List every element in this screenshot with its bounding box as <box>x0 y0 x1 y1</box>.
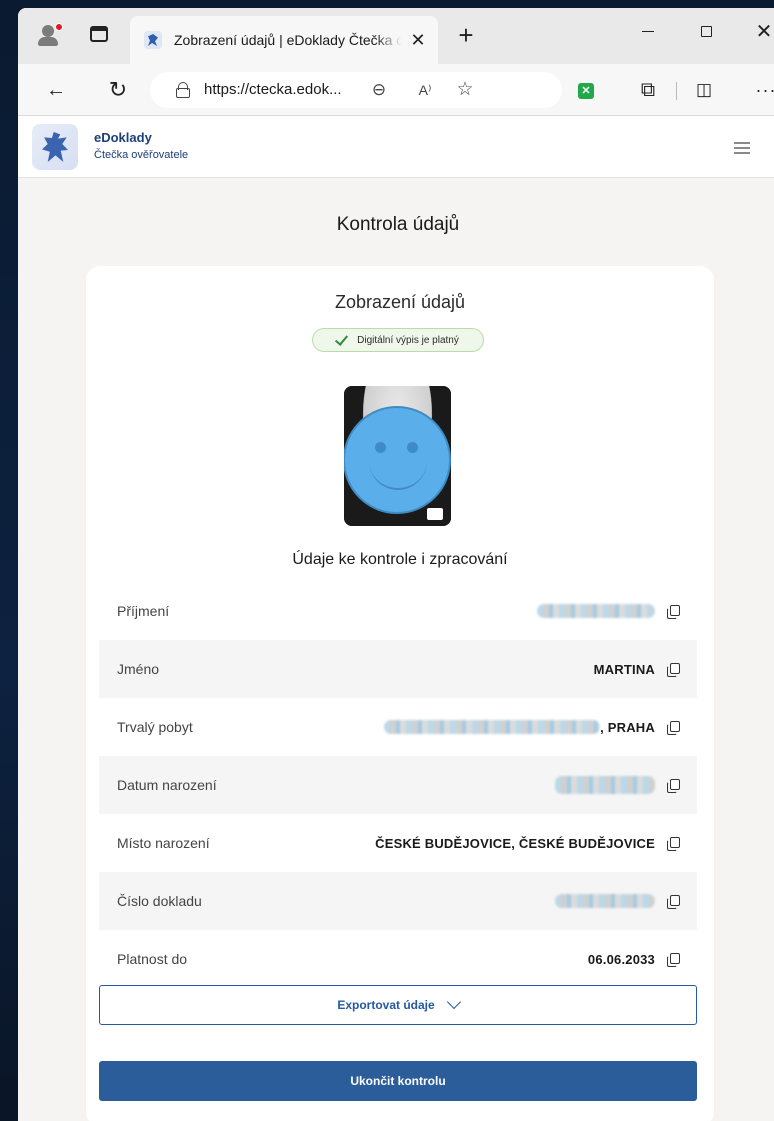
row-label: Jméno <box>117 661 160 677</box>
table-row: Jméno MARTINA <box>99 640 697 698</box>
redacted-value <box>384 720 601 734</box>
tab-bar: Zobrazení údajů | eDoklady Čtečka ověřov… <box>18 8 774 64</box>
lock-icon[interactable] <box>176 82 190 98</box>
minimize-button[interactable] <box>628 18 668 46</box>
copy-icon[interactable] <box>667 894 680 909</box>
row-label: Místo narození <box>117 835 210 851</box>
extensions-puzzle-icon[interactable]: ⧉ <box>634 76 662 104</box>
url-text[interactable]: https://ctecka.edok... <box>204 81 342 98</box>
row-value: ČESKÉ BUDĚJOVICE, ČESKÉ BUDĚJOVICE <box>375 835 655 851</box>
row-label: Příjmení <box>117 603 170 619</box>
site-header: eDoklady Čtečka ověřovatele <box>18 116 774 178</box>
zoom-out-icon[interactable]: ⊖ <box>368 79 390 101</box>
end-check-button[interactable]: Ukončit kontrolu <box>99 1061 697 1101</box>
copy-icon[interactable] <box>667 662 680 677</box>
row-label: Trvalý pobyt <box>117 719 193 735</box>
row-label: Číslo dokladu <box>117 893 202 909</box>
profile-icon[interactable] <box>36 22 63 48</box>
copy-icon[interactable] <box>667 952 680 967</box>
brand-name: eDoklady <box>94 130 152 145</box>
row-value: , PRAHA <box>600 719 655 735</box>
table-row: Číslo dokladu <box>99 872 697 930</box>
checkmark-icon <box>337 335 351 345</box>
row-label: Datum narození <box>117 777 217 793</box>
redacted-value <box>555 776 655 794</box>
copy-icon[interactable] <box>667 720 680 735</box>
smiley-face-icon <box>344 406 451 514</box>
end-button-label: Ukončit kontrolu <box>350 1074 446 1088</box>
tab-actions-icon[interactable] <box>90 26 108 42</box>
toolbar-divider <box>676 82 677 100</box>
row-value: 06.06.2033 <box>587 951 655 967</box>
export-button-label: Exportovat údaje <box>337 998 435 1012</box>
chevron-down-icon <box>446 994 461 1010</box>
address-toolbar: ← ↻ https://ctecka.edok... ⊖ A⁾ ☆ ✕ ⧉ ◫ … <box>18 64 774 116</box>
favorite-star-icon[interactable]: ☆ <box>454 79 476 101</box>
page-title: Kontrola údajů <box>336 214 460 235</box>
split-screen-icon[interactable]: ◫ <box>690 76 718 104</box>
refresh-button[interactable]: ↻ <box>104 76 132 104</box>
tab-title: Zobrazení údajů | eDoklady Čtečka ověřov… <box>174 32 402 48</box>
tab-close-icon[interactable]: ✕ <box>408 30 428 50</box>
tab-active[interactable]: Zobrazení údajů | eDoklady Čtečka ověřov… <box>130 16 438 64</box>
copy-icon[interactable] <box>667 778 680 793</box>
extension-icon[interactable]: ✕ <box>578 83 594 99</box>
edoklady-logo-icon[interactable] <box>32 124 78 170</box>
brand-subtitle: Čtečka ověřovatele <box>94 149 189 161</box>
new-tab-button[interactable]: + <box>452 22 480 50</box>
data-table: Příjmení Jméno MARTINA Trvalý pobyt , PR… <box>99 582 697 988</box>
maximize-button[interactable] <box>686 18 726 46</box>
table-row: Trvalý pobyt , PRAHA <box>99 698 697 756</box>
web-page: eDoklady Čtečka ověřovatele Kontrola úda… <box>18 116 774 1121</box>
browser-window: Zobrazení údajů | eDoklady Čtečka ověřov… <box>18 8 774 1121</box>
close-window-button[interactable]: ✕ <box>744 18 774 46</box>
section-title: Údaje ke kontrole i zpracování <box>292 551 508 568</box>
data-card: Zobrazení údajů Digitální výpis je platn… <box>86 266 714 1121</box>
table-row: Datum narození <box>99 756 697 814</box>
valid-status-badge: Digitální výpis je platný <box>312 328 484 352</box>
hamburger-menu-icon[interactable] <box>734 142 750 154</box>
redacted-value <box>537 604 655 618</box>
table-row: Příjmení <box>99 582 697 640</box>
table-row: Platnost do 06.06.2033 <box>99 930 697 988</box>
export-data-button[interactable]: Exportovat údaje <box>99 985 697 1025</box>
back-button[interactable]: ← <box>42 76 70 104</box>
valid-status-text: Digitální výpis je platný <box>357 334 459 346</box>
more-menu-icon[interactable]: ··· <box>752 76 774 104</box>
redacted-value <box>555 894 655 908</box>
holder-photo <box>344 386 451 526</box>
copy-icon[interactable] <box>667 836 680 851</box>
site-favicon-icon <box>144 31 162 49</box>
address-bar[interactable]: https://ctecka.edok... ⊖ A⁾ ☆ <box>150 72 562 108</box>
copy-icon[interactable] <box>667 604 680 619</box>
table-row: Místo narození ČESKÉ BUDĚJOVICE, ČESKÉ B… <box>99 814 697 872</box>
row-label: Platnost do <box>117 951 188 967</box>
photo-badge-icon <box>427 508 443 520</box>
row-value: MARTINA <box>593 661 655 677</box>
read-aloud-icon[interactable]: A⁾ <box>414 79 436 101</box>
card-title: Zobrazení údajů <box>334 292 466 312</box>
